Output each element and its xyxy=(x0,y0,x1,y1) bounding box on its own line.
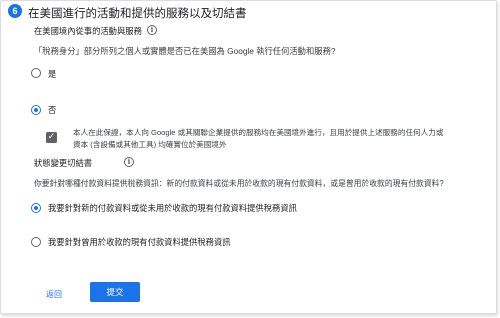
back-button[interactable]: 返回 xyxy=(46,289,62,300)
certification-checkbox[interactable]: ✓ xyxy=(46,132,57,143)
activities-heading: 在美國境內從事的活動與服務 xyxy=(34,26,142,36)
radio-used-payment-info[interactable] xyxy=(31,237,41,247)
step-title: 在美國進行的活動和提供的服務以及切結書 xyxy=(28,8,247,20)
radio-used-payment-info-label: 我要針對曾用於收款的現有付款資料提供稅務資訊 xyxy=(48,237,231,247)
status-question: 你要針對哪種付款資料提供稅務資訊：新的付款資料或從未用於收款的現有付款資料，或是… xyxy=(34,179,444,188)
radio-no[interactable] xyxy=(31,105,41,115)
check-icon: ✓ xyxy=(47,132,56,142)
radio-new-payment-info[interactable] xyxy=(31,203,41,213)
activities-question: 「稅務身分」部分所列之個人或實體是否已在美國為 Google 執行任何活動和服務… xyxy=(34,46,336,56)
info-circle-icon[interactable]: i xyxy=(124,157,134,167)
submit-button[interactable]: 提交 xyxy=(90,282,140,302)
info-circle-icon[interactable]: i xyxy=(147,25,157,35)
radio-yes[interactable] xyxy=(31,68,41,78)
step-number-badge: 6 xyxy=(8,4,22,18)
radio-yes-label: 是 xyxy=(48,69,57,79)
certification-text-line1: 本人在此保證，本人向 Google 或其關聯企業提供的服務均在美國境外進行，且用… xyxy=(73,128,444,137)
radio-no-label: 否 xyxy=(48,105,57,115)
status-heading: 狀態變更切結書 xyxy=(34,158,93,168)
certification-text-line2: 資本 (含設備或其他工具) 均確實位於美國境外 xyxy=(73,140,227,149)
radio-new-payment-info-label: 我要針對新的付款資料或從未用於收款的現有付款資料提供稅務資訊 xyxy=(48,203,297,213)
